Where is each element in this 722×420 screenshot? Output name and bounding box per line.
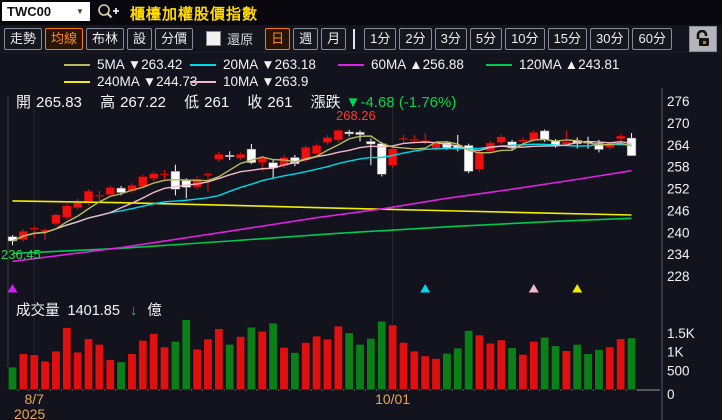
button-bollinger[interactable]: 布林: [86, 27, 125, 50]
minute-60-button[interactable]: 60分: [632, 27, 672, 50]
chart-area[interactable]: 276 270 264 258 252 246 240 234 228 1.5K 1K 500 0 8/7…: [0, 88, 722, 420]
toolbar-divider: [353, 28, 356, 49]
high-label: 高: [100, 94, 116, 111]
ma120-label: 120MA ▲243.81: [519, 57, 620, 72]
chart-title: 櫃檯加權股價指數: [130, 6, 259, 23]
legend-item-10ma: 10MA ▼263.9: [190, 74, 308, 89]
svg-text:246: 246: [667, 203, 690, 218]
svg-text:234: 234: [667, 247, 690, 262]
open-value: 265.83: [36, 94, 82, 111]
svg-text:2025: 2025: [14, 406, 45, 420]
period-week-button[interactable]: 週: [293, 27, 319, 50]
svg-text:258: 258: [667, 160, 690, 175]
legend-item-120ma: 120MA ▲243.81: [486, 57, 619, 72]
legend-item-20ma: 20MA ▼263.18: [190, 57, 316, 72]
svg-text:0: 0: [667, 387, 675, 402]
close-label: 收: [247, 94, 263, 111]
period-day-button[interactable]: 日: [265, 27, 291, 50]
open-label: 開: [16, 94, 32, 111]
svg-text:500: 500: [667, 363, 690, 378]
minute-2-button[interactable]: 2分: [399, 27, 432, 50]
low-value: 261: [204, 94, 230, 111]
ma10-label: 10MA ▼263.9: [223, 74, 309, 89]
minute-10-button[interactable]: 10分: [505, 27, 545, 50]
button-trend[interactable]: 走勢: [4, 27, 43, 50]
svg-text:1K: 1K: [667, 345, 684, 360]
svg-text:1.5K: 1.5K: [667, 326, 695, 341]
volume-value: 1401.85: [67, 303, 120, 319]
search-zoom-icon[interactable]: [96, 2, 120, 22]
volume-down-arrow-icon: ↓: [129, 303, 138, 319]
volume-label: 成交量: [16, 303, 60, 319]
svg-text:270: 270: [667, 116, 690, 131]
minute-5-button[interactable]: 5分: [469, 27, 503, 50]
button-settings[interactable]: 設: [127, 27, 153, 50]
ma60-label: 60MA ▲256.88: [371, 57, 464, 72]
ma120-swatch: [486, 63, 512, 66]
ohlc-info-bar: 開 265.83 高 267.22 低 261 收 261 漲跌 ▼-4.68 (-1.7…: [16, 91, 456, 112]
ma5-swatch: [64, 63, 90, 66]
high-value: 267.22: [120, 94, 166, 111]
toolbar: 走勢 均線 布林 設 分價 還原 日 週 月 1分 2分 3分 5分 10分 1…: [0, 25, 722, 53]
low-label: 低: [184, 94, 200, 111]
legend-item-60ma: 60MA ▲256.88: [338, 57, 464, 72]
svg-text:264: 264: [667, 138, 690, 153]
top-bar: TWC00 ▼ 櫃檯加權股價指數: [0, 0, 722, 25]
svg-text:240: 240: [667, 225, 690, 240]
ma10-swatch: [190, 80, 216, 83]
lock-button[interactable]: [689, 26, 717, 52]
period-month-button[interactable]: 月: [321, 27, 347, 50]
button-ma[interactable]: 均線: [45, 27, 84, 50]
ma240-swatch: [64, 80, 90, 83]
svg-text:252: 252: [667, 182, 690, 197]
app-window: TWC00 ▼ 櫃檯加權股價指數 走勢 均線 布林 設 分價 還原 日 週 月 …: [0, 0, 722, 420]
minute-15-button[interactable]: 15分: [547, 27, 588, 50]
ma20-label: 20MA ▼263.18: [223, 57, 316, 72]
restore-label: 還原: [227, 32, 254, 47]
volume-info-bar: 成交量 1401.85 ↓ 億: [16, 299, 162, 320]
svg-text:228: 228: [667, 269, 690, 284]
button-price-dist[interactable]: 分價: [155, 27, 194, 50]
ma60-swatch: [338, 63, 364, 66]
ma20-swatch: [190, 63, 216, 66]
close-value: 261: [267, 94, 293, 111]
minute-3-button[interactable]: 3分: [434, 27, 467, 50]
minute-30-button[interactable]: 30分: [590, 27, 630, 50]
symbol-dropdown-icon[interactable]: ▼: [76, 3, 84, 20]
svg-text:10/01: 10/01: [375, 391, 410, 407]
legend-item-240ma: 240MA ▼244.73: [64, 74, 197, 89]
legend-item-5ma: 5MA ▼263.42: [64, 57, 182, 72]
minute-1-button[interactable]: 1分: [364, 27, 397, 50]
volume-unit: 億: [147, 303, 162, 319]
svg-text:8/7: 8/7: [24, 391, 44, 407]
period-low-annotation: 236.45: [1, 247, 41, 262]
ma240-label: 240MA ▼244.73: [97, 74, 198, 89]
restore-checkbox[interactable]: [206, 31, 222, 46]
unlock-icon: [696, 30, 709, 46]
period-high-annotation: 268.26: [336, 108, 376, 123]
ma5-label: 5MA ▼263.42: [97, 57, 183, 72]
svg-text:276: 276: [667, 94, 690, 109]
main-chart-svg[interactable]: 276 270 264 258 252 246 240 234 228 1.5K 1K 500 0 8/7…: [0, 88, 722, 420]
